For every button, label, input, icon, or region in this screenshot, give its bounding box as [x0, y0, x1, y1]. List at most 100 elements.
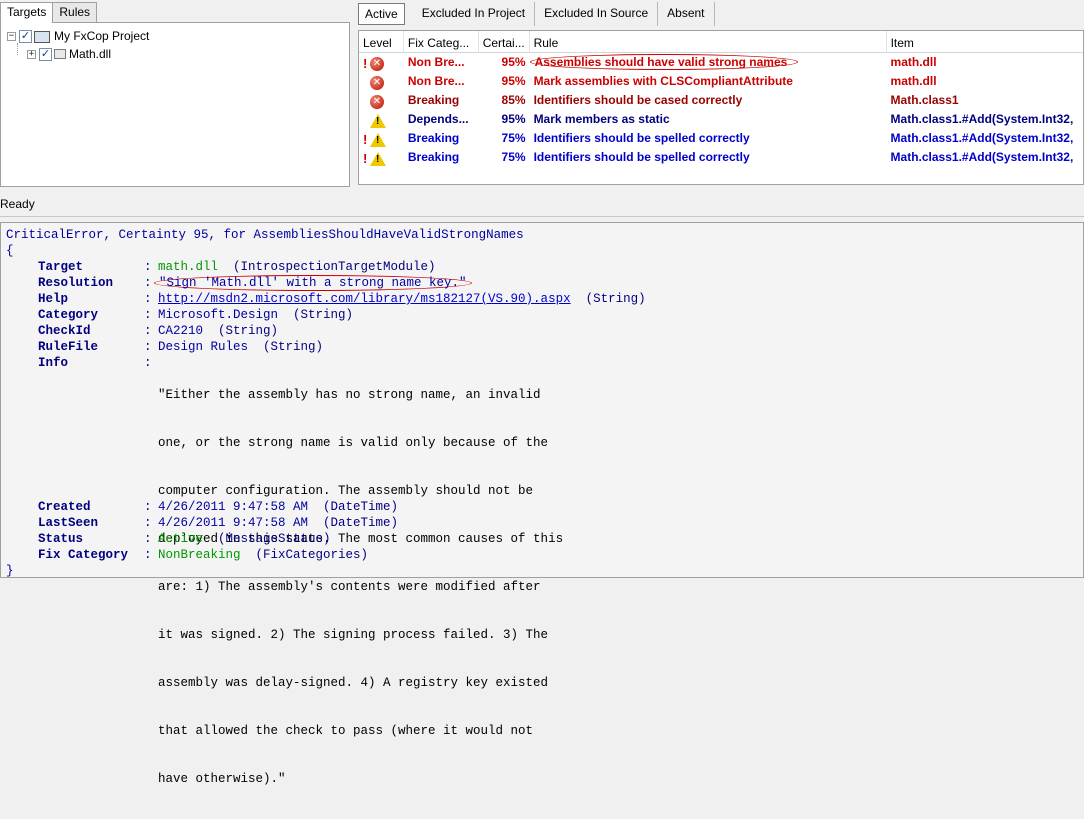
key-category: Category	[38, 308, 99, 322]
cell-item: Math.class1.#Add(System.Int32,	[890, 131, 1074, 145]
colon: :	[144, 548, 152, 562]
cell-certainty: 95%	[501, 112, 526, 126]
info-line: are: 1) The assembly's contents were mod…	[158, 580, 541, 594]
tree-label-math-dll: Math.dll	[69, 47, 112, 61]
project-checkbox[interactable]: ✓	[19, 29, 32, 43]
cell-rule: Identifiers should be spelled correctly	[533, 150, 750, 164]
colon: :	[144, 276, 152, 290]
exclamation-icon: !	[363, 132, 368, 147]
column-fix-category[interactable]: Fix Categ...	[404, 31, 479, 53]
cell-rule: Identifiers should be cased correctly	[533, 93, 743, 107]
colon: :	[144, 308, 152, 322]
value-info: "Either the assembly has no strong name,…	[158, 355, 563, 819]
cell-rule: Mark members as static	[533, 112, 670, 126]
message-tab-strip: Active Excluded In Project Excluded In S…	[358, 2, 715, 26]
grid-header: Level Fix Categ... Certai... Rule Item	[359, 31, 1083, 53]
value-resolution: "Sign 'Math.dll' with a strong name key.…	[154, 275, 472, 291]
tree-connector	[17, 43, 18, 55]
key-resolution: Resolution	[38, 276, 114, 290]
exclamation-icon: !	[363, 56, 368, 71]
assembly-icon	[54, 49, 66, 59]
grid-row[interactable]: !! Breaking 75% Identifiers should be spell…	[359, 148, 1083, 167]
error-icon: ✕	[370, 75, 384, 90]
left-tab-strip: Targets Rules	[0, 2, 98, 23]
grid-body: ! ✕ Non Bre... 95% Assemblies should have va…	[359, 53, 1083, 167]
tab-rules[interactable]: Rules	[52, 2, 98, 22]
grid-row[interactable]: ✕ Breaking 85% Identifiers should be cased …	[359, 91, 1083, 110]
colon: :	[144, 532, 152, 546]
status-bar: Ready	[0, 194, 1084, 214]
key-target: Target	[38, 260, 84, 274]
value-target: math.dll (IntrospectionTargetModule)	[158, 260, 436, 274]
info-line: assembly was delay-signed. 4) A registry…	[158, 676, 549, 690]
cell-certainty: 75%	[501, 131, 526, 145]
cell-fix-category: Breaking	[407, 131, 460, 145]
cell-certainty: 75%	[501, 150, 526, 164]
tab-active[interactable]: Active	[358, 3, 405, 25]
key-lastseen: LastSeen	[38, 516, 99, 530]
expand-icon[interactable]: +	[27, 49, 36, 59]
grid-row[interactable]: ! ✕ Non Bre... 95% Assemblies should have va…	[359, 53, 1083, 72]
key-rulefile: RuleFile	[38, 340, 99, 354]
collapse-icon[interactable]: −	[7, 31, 16, 41]
error-icon: ✕	[370, 56, 384, 71]
cell-rule: Assemblies should have valid strong name…	[529, 53, 887, 72]
exclamation-icon: !	[363, 151, 368, 166]
value-created: 4/26/2011 9:47:58 AM (DateTime)	[158, 500, 399, 514]
tab-excluded-in-source[interactable]: Excluded In Source	[535, 2, 659, 26]
key-checkid: CheckId	[38, 324, 91, 338]
tree-label-project: My FxCop Project	[54, 29, 150, 43]
value-lastseen: 4/26/2011 9:47:58 AM (DateTime)	[158, 516, 399, 530]
cell-certainty: 95%	[501, 55, 526, 69]
warning-icon: !	[370, 132, 386, 147]
grid-row[interactable]: !! Breaking 75% Identifiers should be spell…	[359, 129, 1083, 148]
open-brace: {	[6, 244, 14, 258]
help-link[interactable]: http://msdn2.microsoft.com/library/ms182…	[158, 292, 571, 306]
grid-row[interactable]: ✕ Non Bre... 95% Mark assemblies with CLSCo…	[359, 72, 1083, 91]
cell-certainty: 95%	[501, 74, 526, 88]
column-item[interactable]: Item	[887, 31, 1083, 53]
tab-targets[interactable]: Targets	[0, 2, 54, 23]
cell-level: !	[359, 110, 404, 129]
messages-grid: Level Fix Categ... Certai... Rule Item !…	[358, 30, 1084, 185]
cell-item: Math.class1	[890, 93, 959, 107]
key-fix-category: Fix Category	[38, 548, 129, 562]
pane-splitter[interactable]	[0, 216, 1084, 220]
cell-rule: Mark assemblies with CLSCompliantAttribu…	[533, 74, 793, 88]
close-brace: }	[6, 564, 14, 578]
colon: :	[144, 324, 152, 338]
tab-excluded-in-project[interactable]: Excluded In Project	[412, 2, 536, 26]
column-level[interactable]: Level	[359, 31, 404, 53]
message-details-pane: CriticalError, Certainty 95, for Assembl…	[0, 222, 1084, 786]
details-header: CriticalError, Certainty 95, for Assembl…	[6, 228, 524, 242]
warning-icon: !	[370, 113, 386, 128]
value-checkid: CA2210 (String)	[158, 324, 279, 338]
tree-item-project[interactable]: − ✓ My FxCop Project	[7, 27, 149, 45]
cell-fix-category: Non Bre...	[407, 55, 465, 69]
column-certainty[interactable]: Certai...	[479, 31, 530, 53]
top-area: Targets Rules − ✓ My FxCop Project + ✓ M…	[0, 0, 1084, 188]
key-created: Created	[38, 500, 91, 514]
grid-row[interactable]: ! Depends... 95% Mark members as static Math…	[359, 110, 1083, 129]
cell-item: math.dll	[890, 74, 937, 88]
value-help: http://msdn2.microsoft.com/library/ms182…	[158, 292, 646, 306]
colon: :	[144, 516, 152, 530]
colon: :	[144, 292, 152, 306]
colon: :	[144, 356, 152, 370]
key-info: Info	[38, 356, 69, 370]
status-text: Ready	[0, 197, 35, 211]
value-rulefile: Design Rules (String)	[158, 340, 324, 354]
tab-absent[interactable]: Absent	[658, 2, 715, 26]
math-dll-checkbox[interactable]: ✓	[39, 47, 52, 61]
key-help: Help	[38, 292, 69, 306]
colon: :	[144, 500, 152, 514]
details-rule-name: AssembliesShouldHaveValidStrongNames	[253, 228, 524, 242]
cell-rule: Identifiers should be spelled correctly	[533, 131, 750, 145]
value-category: Microsoft.Design (String)	[158, 308, 354, 322]
info-line: have otherwise)."	[158, 772, 286, 786]
colon: :	[144, 260, 152, 274]
tree-item-math-dll[interactable]: + ✓ Math.dll	[27, 45, 111, 63]
info-line: that allowed the check to pass (where it…	[158, 724, 534, 738]
warning-icon: !	[370, 151, 386, 166]
column-rule[interactable]: Rule	[530, 31, 887, 53]
